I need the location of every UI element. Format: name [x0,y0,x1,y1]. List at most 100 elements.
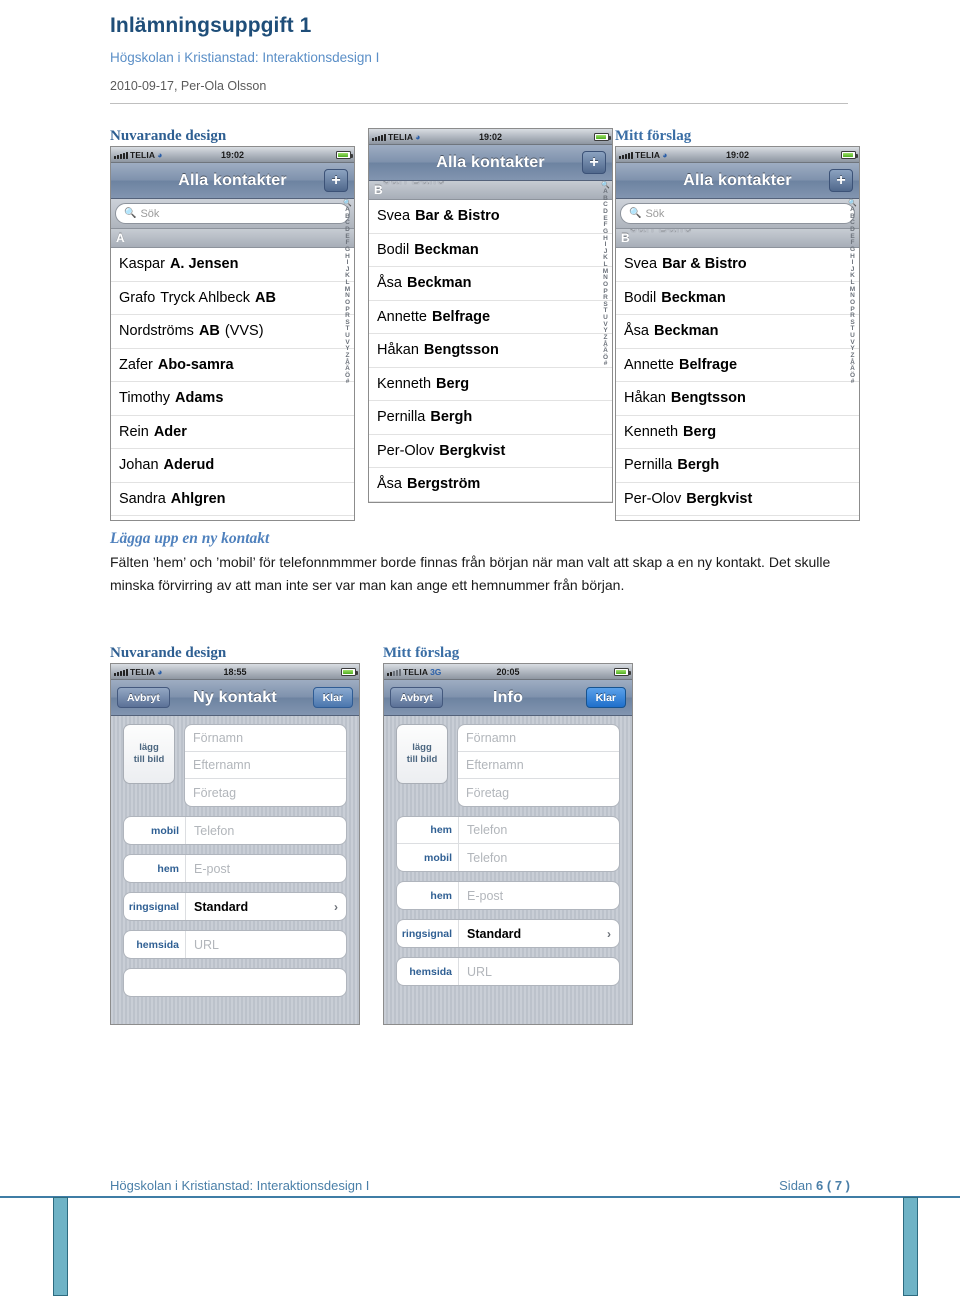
contact-list[interactable]: Svea Bar & Bistro Bodil Beckman Åsa Beckman… [369,200,612,502]
contact-first-name: Annette [377,308,427,325]
list-item[interactable]: Annette Belfrage [616,349,859,382]
section-header: Jan Balic B [616,229,859,248]
caption-my-proposal-top: Mitt förslag [615,128,692,144]
contact-suffix: AB [254,289,276,306]
ringtone-value: Standard [194,899,249,914]
email-field[interactable]: hem E-post [397,882,619,909]
search-icon: 🔍 [629,208,642,219]
list-item[interactable]: Nordströms AB (VVS) [111,315,354,349]
ringtone-field[interactable]: ringsignal Standard › [124,893,346,920]
nav-bar: Avbryt Info Klar [384,680,632,716]
add-photo-line2: till bild [406,754,438,765]
search-input[interactable]: 🔍 Sök [115,203,350,224]
partial-field[interactable] [124,969,346,996]
contact-last-name: Bengtsson [423,342,499,359]
search-bar: 🔍 Sök [616,199,859,229]
first-name-field[interactable]: Förnamn [185,725,346,752]
cancel-button[interactable]: Avbryt [117,687,170,708]
footer-divider [0,1196,960,1198]
search-placeholder: Sök [645,207,665,220]
list-item[interactable]: Johan Aderud [111,449,354,483]
mobile-phone-field[interactable]: mobil Telefon [397,844,619,871]
list-item[interactable]: Åsa Bergström [369,468,612,502]
last-name-field[interactable]: Efternamn [185,752,346,779]
phone-form-current: Nuvarande design TELIA ◕ 18:55 Avbryt Ny… [110,645,360,1025]
website-field-placeholder: URL [194,937,220,952]
list-item[interactable]: Pernilla Bergh [369,401,612,435]
index-letter[interactable]: # [604,361,608,368]
list-item[interactable]: Grafo Tryck Ahlbeck AB [111,282,354,315]
status-bar: TELIA ◕ 19:02 [616,147,859,163]
section-body-text: Fälten ’hem’ och ’mobil’ för telefonnmmm… [110,554,831,593]
list-item[interactable]: Per-Olov Bergkvist [369,435,612,468]
ringtone-field-label: ringsignal [397,920,459,947]
list-item[interactable]: Bodil Beckman [616,282,859,315]
home-phone-field[interactable]: hem Telefon [397,817,619,844]
alphabet-index[interactable]: 🔍 A B C D E F G H I J K L M N O P R S T U V Y Z Å Ä Ö # [341,199,354,520]
phone-field[interactable]: mobil Telefon [124,817,346,844]
list-item[interactable]: Åsa Beckman [616,315,859,349]
list-item[interactable]: Håkan Bengtsson [369,334,612,368]
add-contact-button[interactable]: + [582,151,606,174]
done-button[interactable]: Klar [585,687,626,708]
phone-contacts-proposal: Mitt förslag TELIA ◕ 19:02 Alla kontakte… [615,128,860,521]
list-item[interactable]: Svea Bar & Bistro [369,200,612,234]
status-time: 20:05 [496,666,520,677]
list-item[interactable]: Timothy Adams [111,382,354,416]
add-photo-line1: lägg [139,742,159,754]
caption-my-proposal-bottom: Mitt förslag [383,645,460,661]
ringtone-field-label: ringsignal [124,893,186,920]
list-item[interactable]: Pernilla Bergh [616,449,859,483]
search-input[interactable]: 🔍 Sök [620,203,855,224]
contact-last-name: Ahlgren [170,490,226,507]
alphabet-index[interactable]: 🔍 A B C D E F G H I J K L M N O P R S T U V Y Z Å Ä Ö # [599,181,612,502]
list-item[interactable]: Rein Ader [111,416,354,449]
nav-title: Alla kontakter [683,171,792,189]
list-item[interactable]: Bodil Beckman [369,234,612,267]
index-letter[interactable]: # [851,379,855,386]
list-item[interactable]: Annette Belfrage [369,301,612,334]
battery-icon [594,132,611,141]
company-field[interactable]: Företag [185,779,346,806]
done-button[interactable]: Klar [312,687,353,708]
nav-title: Alla kontakter [436,153,545,171]
contact-last-name: Bar & Bistro [415,208,500,225]
new-contact-comparison-row: Nuvarande design TELIA ◕ 18:55 Avbryt Ny… [110,645,870,1045]
add-photo-button[interactable]: lägg till bild [396,724,448,784]
contact-list[interactable]: Svea Bar & Bistro Bodil Beckman Åsa Beckman… [616,248,859,516]
ringtone-field[interactable]: ringsignal Standard › [397,920,619,947]
website-field[interactable]: hemsida URL [397,958,619,985]
email-field[interactable]: hem E-post [124,855,346,882]
nav-bar: Alla kontakter + [616,163,859,199]
list-item[interactable]: Kenneth Berg [616,416,859,449]
add-photo-button[interactable]: lägg till bild [123,724,175,784]
add-contact-button[interactable]: + [324,169,348,192]
website-field[interactable]: hemsida URL [124,931,346,958]
document-course: Högskolan i Kristianstad: Interaktionsde… [110,50,380,65]
alphabet-index[interactable]: 🔍 A B C D E F G H I J K L M N O P R S T U V Y Z Å Ä Ö # [846,199,859,520]
status-time: 19:02 [725,149,750,160]
list-item[interactable]: Per-Olov Bergkvist [616,483,859,516]
contact-first-name: Håkan [624,390,666,407]
contact-last-name: Bergh [430,409,473,426]
first-name-placeholder: Förnamn [466,731,517,745]
status-bar: TELIA 3G 20:05 [384,664,632,680]
last-name-field[interactable]: Efternamn [458,752,619,779]
index-letter[interactable]: # [346,379,350,386]
phone-screen: TELIA 3G 20:05 Avbryt Info Klar lägg til… [383,663,633,1025]
list-item[interactable]: Håkan Bengtsson [616,382,859,416]
nav-title: Info [492,688,524,706]
list-item[interactable]: Zafer Abo-samra [111,349,354,382]
list-item[interactable]: Sandra Ahlgren [111,483,354,516]
add-contact-button[interactable]: + [829,169,853,192]
search-icon: 🔍 [124,208,137,219]
cancel-button[interactable]: Avbryt [390,687,443,708]
company-field[interactable]: Företag [458,779,619,806]
first-name-field[interactable]: Förnamn [458,725,619,752]
contact-list[interactable]: Kaspar A. Jensen Grafo Tryck Ahlbeck AB Nor… [111,248,354,516]
list-item[interactable]: Kaspar A. Jensen [111,248,354,282]
status-bar: TELIA ◕ 19:02 [111,147,354,163]
list-item[interactable]: Svea Bar & Bistro [616,248,859,282]
list-item[interactable]: Kenneth Berg [369,368,612,401]
list-item[interactable]: Åsa Beckman [369,267,612,301]
